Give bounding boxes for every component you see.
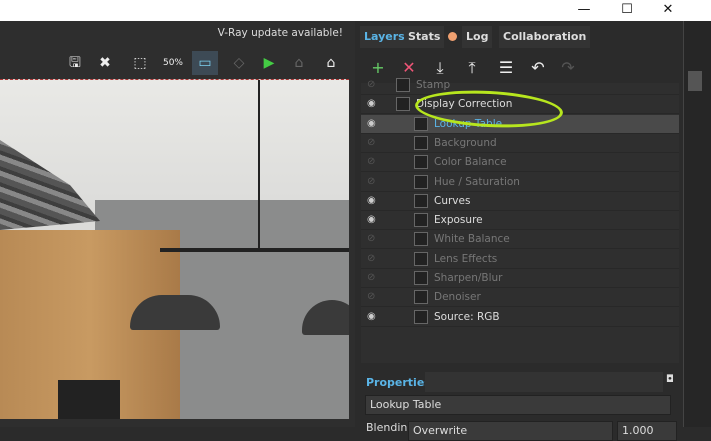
layer-label: Color Balance <box>434 156 507 169</box>
tab-log[interactable]: Log <box>462 26 493 48</box>
layer-label: Curves <box>434 194 471 207</box>
layer-row[interactable]: ⊘ Lens Effects <box>361 250 679 269</box>
layer-type-icon <box>414 155 428 170</box>
layer-type-icon <box>396 97 410 112</box>
eye-off-icon[interactable]: ⊘ <box>367 291 381 302</box>
scrollbar-thumb[interactable] <box>688 71 702 91</box>
render-region-icon[interactable]: ◇ <box>226 51 252 75</box>
eye-icon[interactable]: ◉ <box>367 311 381 322</box>
eye-off-icon[interactable]: ⊘ <box>367 137 381 148</box>
pendant-lamp <box>130 295 220 330</box>
frame-icon[interactable]: ▭ <box>192 51 218 75</box>
minimize-button[interactable]: — <box>564 0 604 21</box>
vfb-render-area: V-Ray update available! 🖫 ✖ ⬚ 50% ▭ ◇ ▶ ⌂ ⌂ <box>0 21 355 427</box>
teapot-icon[interactable]: ⌂ <box>318 51 344 75</box>
eye-icon[interactable]: ◉ <box>367 118 381 129</box>
clear-icon[interactable]: ✖ <box>92 51 118 75</box>
close-button[interactable]: ✕ <box>648 0 688 21</box>
camera-icon[interactable]: ◘ <box>666 374 674 385</box>
layer-label: White Balance <box>434 233 510 246</box>
eye-icon[interactable]: ◉ <box>367 195 381 206</box>
eye-off-icon[interactable]: ⊘ <box>367 156 381 167</box>
layer-label: Background <box>434 136 497 149</box>
layers-panel: Layers Stats Log Collaboration + ✕ ⤓ ⤒ ☰ ↶ ↷ ⊘… <box>355 21 683 441</box>
layer-type-icon <box>414 174 428 189</box>
tab-layers[interactable]: Layers <box>360 26 409 48</box>
layer-row[interactable]: ◉ Source: RGB <box>361 308 679 327</box>
interactive-teapot-icon[interactable]: ⌂ <box>286 51 312 75</box>
layer-row[interactable]: ⊘ Stamp <box>361 76 679 95</box>
lamp-bar <box>160 248 349 252</box>
lamp-cord <box>258 80 260 250</box>
properties-header: Properties ◘ <box>361 372 681 392</box>
eye-off-icon[interactable]: ⊘ <box>367 233 381 244</box>
update-notice[interactable]: V-Ray update available! <box>218 27 343 39</box>
stone-wall <box>0 140 100 230</box>
layer-label: Sharpen/Blur <box>434 272 503 284</box>
layer-type-icon <box>414 135 428 150</box>
eye-off-icon[interactable]: ⊘ <box>367 272 381 283</box>
layer-type-icon <box>414 309 428 324</box>
layer-row[interactable]: ⊘ Hue / Saturation <box>361 173 679 192</box>
eye-off-icon[interactable]: ⊘ <box>367 176 381 187</box>
layer-label: Exposure <box>434 214 483 227</box>
eye-off-icon[interactable]: ⊘ <box>367 79 381 90</box>
eye-icon[interactable]: ◉ <box>367 98 381 109</box>
layer-type-icon <box>396 78 410 92</box>
layer-label: Lens Effects <box>434 252 498 265</box>
layer-row[interactable]: ⊘ Background <box>361 134 679 153</box>
maximize-button[interactable]: ☐ <box>607 0 647 21</box>
blending-select[interactable]: Overwrite <box>408 421 613 441</box>
layer-label: Stamp <box>416 79 451 91</box>
layer-row[interactable]: ⊘ Sharpen/Blur <box>361 269 679 288</box>
tab-collaboration[interactable]: Collaboration <box>499 26 591 48</box>
layer-label: Source: RGB <box>434 310 500 323</box>
layer-type-icon <box>414 251 428 266</box>
side-scrollbar[interactable] <box>683 21 711 427</box>
layer-type-icon <box>414 271 428 285</box>
layer-type-icon <box>414 213 428 228</box>
save-icon[interactable]: 🖫 <box>62 51 88 75</box>
title-bar: — ☐ ✕ <box>0 0 711 21</box>
layer-row[interactable]: ◉ Exposure <box>361 211 679 231</box>
layer-name-field[interactable]: Lookup Table <box>365 395 671 415</box>
layer-row[interactable]: ⊘ White Balance <box>361 230 679 250</box>
layer-label: Hue / Saturation <box>434 175 520 188</box>
oven <box>58 380 120 419</box>
zoom-50-icon[interactable]: 50% <box>160 51 186 75</box>
log-status-dot <box>448 32 457 41</box>
eye-off-icon[interactable]: ⊘ <box>367 253 381 264</box>
layer-type-icon <box>414 116 428 131</box>
layer-type-icon <box>414 193 428 208</box>
properties-header-bar <box>425 372 663 392</box>
layer-row[interactable]: ◉ Curves <box>361 192 679 211</box>
region-select-icon[interactable]: ⬚ <box>127 51 153 75</box>
layer-row[interactable]: ⊘ Denoiser <box>361 288 679 308</box>
layer-type-icon <box>414 290 428 305</box>
properties-title: Properties <box>366 376 431 389</box>
layer-row[interactable]: ⊘ Color Balance <box>361 153 679 173</box>
render-teapot-icon[interactable]: ▶ <box>256 51 282 75</box>
layer-label: Denoiser <box>434 291 481 304</box>
opacity-input[interactable]: 1.000 <box>617 421 677 441</box>
render-image <box>0 79 349 419</box>
eye-icon[interactable]: ◉ <box>367 214 381 225</box>
tab-stats[interactable]: Stats <box>404 26 445 48</box>
layer-type-icon <box>414 232 428 247</box>
